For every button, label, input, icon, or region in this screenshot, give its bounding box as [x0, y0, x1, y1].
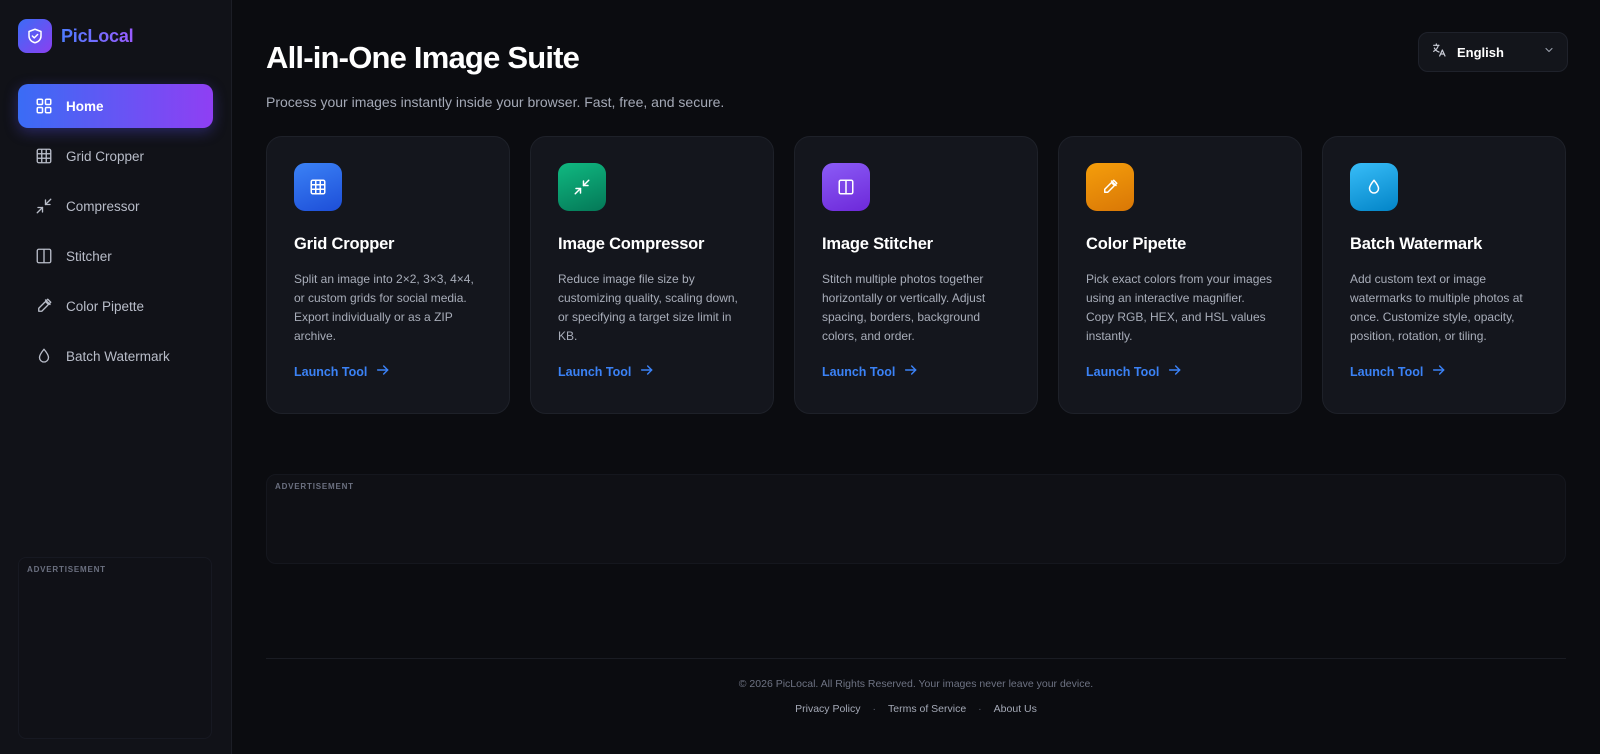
card-description: Stitch multiple photos together horizont… [822, 272, 986, 343]
launch-tool-label: Launch Tool [822, 364, 896, 379]
arrow-right-icon [639, 362, 655, 381]
sidebar-item-batch-watermark[interactable]: Batch Watermark [18, 334, 213, 378]
page-title: All-in-One Image Suite [266, 40, 580, 75]
card-title: Color Pipette [1086, 235, 1187, 253]
sidebar-item-label: Home [66, 98, 104, 114]
brand-name: PicLocal [61, 25, 134, 46]
sidebar-item-home[interactable]: Home [18, 84, 213, 128]
launch-tool-link[interactable]: Launch Tool [822, 362, 1011, 381]
page-subtitle: Process your images instantly inside you… [266, 94, 725, 110]
app-root: PicLocal Home Grid Cropper Compressor St… [0, 0, 1600, 754]
sidebar-item-label: Stitcher [66, 248, 112, 264]
sidebar-nav: Home Grid Cropper Compressor Stitcher Co… [0, 84, 231, 378]
card-title: Grid Cropper [294, 235, 395, 253]
arrow-right-icon [903, 362, 919, 381]
main-content: All-in-One Image Suite Process your imag… [232, 0, 1600, 754]
ad-label: ADVERTISEMENT [275, 482, 354, 491]
launch-tool-link[interactable]: Launch Tool [1350, 362, 1539, 381]
card-title: Batch Watermark [1350, 235, 1483, 253]
card-description: Reduce image file size by customizing qu… [558, 272, 738, 343]
eyedropper-icon [34, 296, 54, 316]
card-description: Add custom text or image watermarks to m… [1350, 272, 1523, 343]
footer-link-privacy[interactable]: Privacy Policy [795, 703, 860, 715]
eyedropper-icon [1086, 163, 1134, 211]
compress-arrows-icon [558, 163, 606, 211]
tool-card-color-pipette[interactable]: Color Pipette Pick exact colors from you… [1058, 136, 1302, 414]
tool-card-image-stitcher[interactable]: Image Stitcher Stitch multiple photos to… [794, 136, 1038, 414]
tool-cards: Grid Cropper Split an image into 2×2, 3×… [266, 136, 1566, 414]
card-description: Split an image into 2×2, 3×3, 4×4, or cu… [294, 272, 474, 343]
sidebar-item-label: Compressor [66, 198, 140, 214]
launch-tool-link[interactable]: Launch Tool [558, 362, 747, 381]
droplet-icon [1350, 163, 1398, 211]
sidebar-ad-slot: ADVERTISEMENT [18, 557, 212, 739]
launch-tool-label: Launch Tool [294, 364, 368, 379]
footer-link-about[interactable]: About Us [994, 703, 1037, 715]
launch-tool-label: Launch Tool [1350, 364, 1424, 379]
sidebar-item-grid-cropper[interactable]: Grid Cropper [18, 134, 213, 178]
footer-separator: · [872, 703, 876, 715]
columns-icon [34, 246, 54, 266]
footer-links: Privacy Policy · Terms of Service · Abou… [266, 703, 1566, 715]
launch-tool-label: Launch Tool [1086, 364, 1160, 379]
arrow-right-icon [1431, 362, 1447, 381]
sidebar-item-label: Color Pipette [66, 298, 145, 314]
tool-card-image-compressor[interactable]: Image Compressor Reduce image file size … [530, 136, 774, 414]
tool-card-batch-watermark[interactable]: Batch Watermark Add custom text or image… [1322, 136, 1566, 414]
sidebar-item-color-pipette[interactable]: Color Pipette [18, 284, 213, 328]
grid-four-icon [34, 96, 54, 116]
footer-divider [266, 658, 1566, 659]
sidebar-item-stitcher[interactable]: Stitcher [18, 234, 213, 278]
launch-tool-link[interactable]: Launch Tool [294, 362, 483, 381]
ad-label: ADVERTISEMENT [27, 565, 106, 574]
arrow-right-icon [375, 362, 391, 381]
card-description: Pick exact colors from your images using… [1086, 272, 1273, 343]
footer-separator: · [978, 703, 982, 715]
footer-copyright: © 2026 PicLocal. All Rights Reserved. Yo… [738, 678, 1094, 690]
launch-tool-link[interactable]: Launch Tool [1086, 362, 1275, 381]
main-ad-slot: ADVERTISEMENT [266, 474, 1566, 564]
language-select[interactable]: English [1418, 32, 1568, 72]
translate-icon [1431, 42, 1447, 63]
language-selected-value: English [1457, 44, 1504, 60]
brand[interactable]: PicLocal [0, 18, 231, 54]
droplet-icon [34, 346, 54, 366]
grid-nine-icon [294, 163, 342, 211]
launch-tool-label: Launch Tool [558, 364, 632, 379]
columns-icon [822, 163, 870, 211]
grid-nine-icon [34, 146, 54, 166]
sidebar-item-label: Grid Cropper [66, 148, 145, 164]
tool-card-grid-cropper[interactable]: Grid Cropper Split an image into 2×2, 3×… [266, 136, 510, 414]
sidebar: PicLocal Home Grid Cropper Compressor St… [0, 0, 232, 754]
footer-link-terms[interactable]: Terms of Service [888, 703, 966, 715]
shield-icon [18, 19, 52, 53]
card-title: Image Stitcher [822, 235, 933, 253]
compress-arrows-icon [34, 196, 54, 216]
card-title: Image Compressor [558, 235, 705, 253]
sidebar-item-label: Batch Watermark [66, 348, 170, 364]
arrow-right-icon [1167, 362, 1183, 381]
chevron-down-icon [1543, 43, 1555, 61]
sidebar-item-compressor[interactable]: Compressor [18, 184, 213, 228]
